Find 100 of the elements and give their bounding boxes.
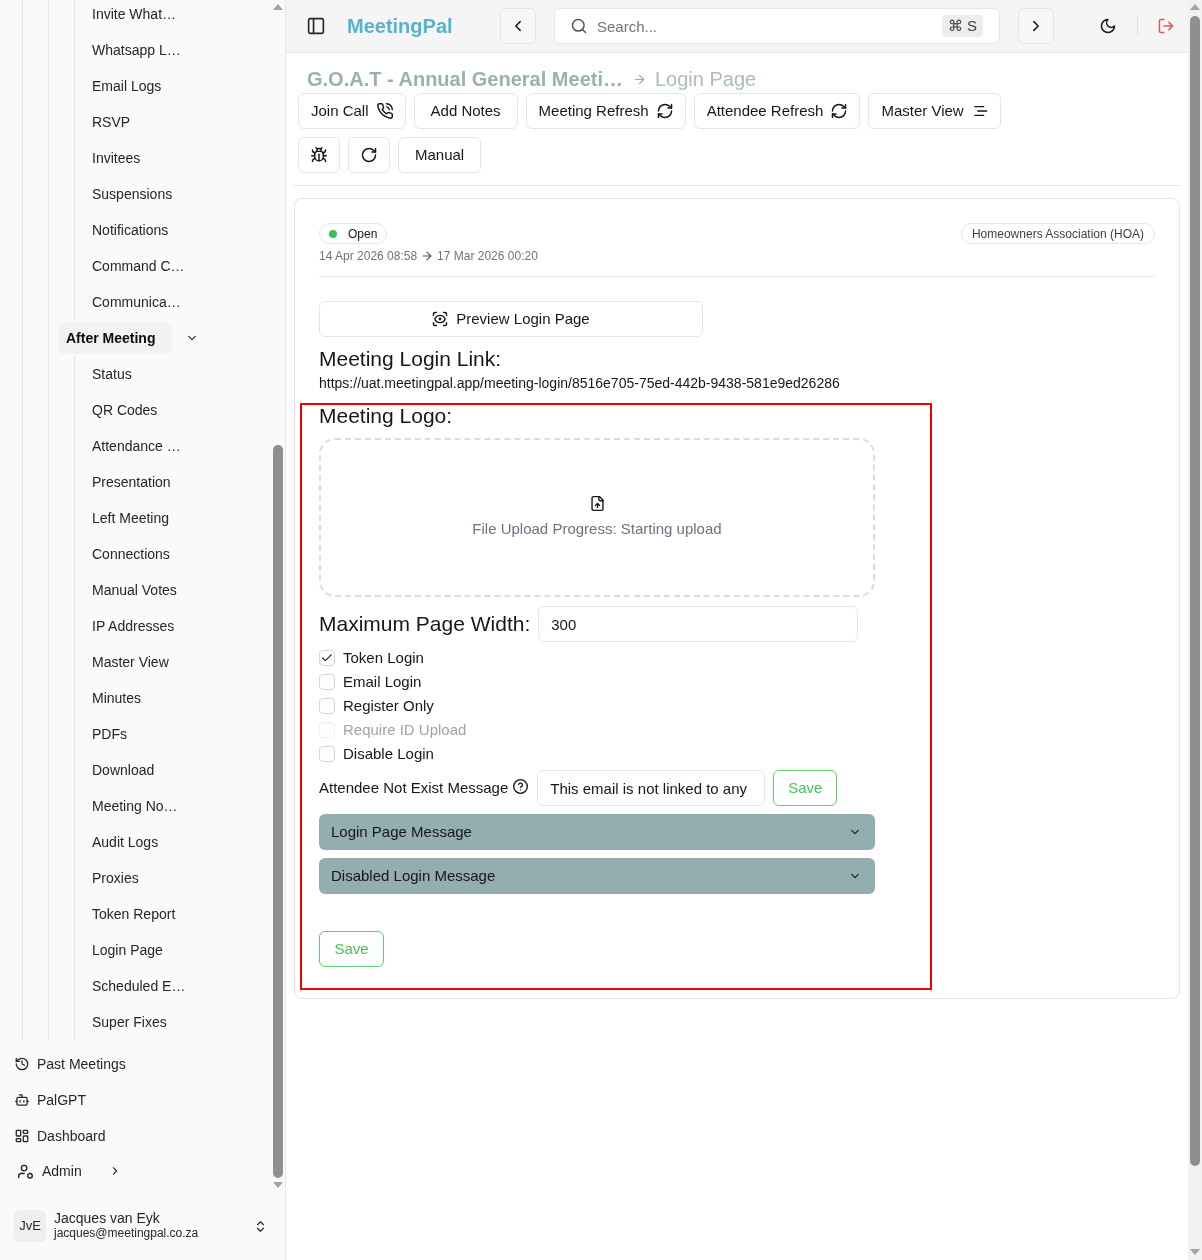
icon-button[interactable]	[298, 137, 340, 173]
sidebar-item[interactable]: Invitees	[92, 140, 141, 176]
file-upload-icon	[589, 496, 605, 511]
accordion-header[interactable]: Disabled Login Message	[319, 858, 875, 894]
refresh-icon	[656, 103, 673, 119]
section-heading: Meeting Login Link:	[319, 346, 502, 372]
nav-item[interactable]: PalGPT	[15, 1082, 86, 1118]
sidebar-item[interactable]: Super Fixes	[92, 1004, 167, 1040]
user-gear-icon	[18, 1163, 33, 1179]
sidebar-item[interactable]: Token Report	[92, 896, 176, 932]
chevrons-up-down-icon[interactable]	[254, 1219, 267, 1233]
lines-icon	[971, 103, 988, 119]
dashboard-grid-icon	[15, 1129, 29, 1143]
avatar: JvE	[14, 1210, 46, 1242]
phone-icon	[376, 103, 393, 119]
icon-button[interactable]	[348, 137, 390, 173]
checkmark-icon	[321, 652, 333, 664]
sidebar-item[interactable]: Whatsapp L…	[92, 32, 181, 68]
search-input[interactable]: Search...	[597, 12, 942, 40]
checkbox-label: Token Login	[343, 647, 424, 668]
checkbox[interactable]	[319, 698, 335, 714]
sidebar-item[interactable]: Attendance …	[92, 428, 181, 464]
sidebar-item[interactable]: Login Page	[92, 932, 163, 968]
field-label: Maximum Page Width:	[319, 611, 531, 638]
moon-icon[interactable]	[1100, 18, 1116, 34]
sidebar-item[interactable]: Status	[92, 356, 132, 392]
sidebar-item[interactable]: Proxies	[92, 860, 139, 896]
field-label: Attendee Not Exist Message	[319, 777, 509, 798]
nav-item[interactable]: Admin	[18, 1154, 121, 1188]
help-icon[interactable]	[513, 778, 529, 794]
sidebar-item[interactable]: Scheduled E…	[92, 968, 186, 1004]
shortcut-hint: ⌘ S	[941, 14, 983, 38]
user-name: Jacques van Eyk	[54, 1211, 160, 1226]
search-field[interactable]: Search... ⌘ S	[554, 8, 1000, 44]
checkbox[interactable]	[319, 746, 335, 762]
sidebar-item[interactable]: RSVP	[92, 104, 131, 140]
history-icon	[15, 1057, 29, 1071]
forward-button[interactable]	[1018, 8, 1054, 44]
sidebar-item[interactable]: Manual Votes	[92, 572, 177, 608]
sidebar-item[interactable]: Master View	[92, 644, 169, 680]
search-icon	[571, 18, 587, 34]
user-email: jacques@meetingpal.co.za	[54, 1226, 199, 1241]
sidebar-item[interactable]: Left Meeting	[92, 500, 170, 536]
toolbar-button[interactable]: Manual	[398, 137, 482, 173]
sidebar-item[interactable]: Connections	[92, 536, 170, 572]
message-input[interactable]: This email is not linked to any	[537, 770, 766, 806]
start-date: 14 Apr 2026 08:58	[319, 248, 418, 264]
checkbox-label: Require ID Upload	[343, 719, 467, 740]
scroll-down-arrow-icon[interactable]	[1190, 1249, 1200, 1255]
sidebar-item[interactable]: Notifications	[92, 212, 169, 248]
sidebar-item[interactable]: Email Logs	[92, 68, 162, 104]
nav-item[interactable]: Past Meetings	[15, 1046, 126, 1082]
sidebar-item[interactable]: PDFs	[92, 716, 127, 752]
checkbox-label: Register Only	[343, 695, 434, 716]
refresh-icon	[831, 103, 848, 119]
sidebar-item[interactable]: Meeting No…	[92, 788, 178, 824]
checkbox-label: Email Login	[343, 671, 422, 692]
brand-name: MeetingPal	[347, 15, 453, 37]
checkbox[interactable]	[319, 674, 335, 690]
section-header[interactable]: After Meeting	[58, 322, 172, 354]
robot-icon	[15, 1093, 29, 1107]
status-label: Open	[348, 225, 378, 243]
scroll-down-arrow-icon[interactable]	[273, 1182, 283, 1188]
toolbar-button[interactable]: Join Call	[298, 93, 406, 129]
sidebar-item[interactable]: Command C…	[92, 248, 185, 284]
checkbox[interactable]	[319, 650, 335, 666]
login-url: https://uat.meetingpal.app/meeting-login/8516e705-75ed-442b-9438-581e9ed26286	[319, 374, 840, 393]
scroll-up-arrow-icon[interactable]	[1190, 4, 1200, 10]
toolbar-button[interactable]: Meeting Refresh	[525, 93, 686, 129]
breadcrumb-current: Login Page	[654, 67, 757, 92]
scrollbar-thumb[interactable]	[273, 445, 283, 1178]
sidebar-item[interactable]: Download	[92, 752, 155, 788]
upload-dropzone[interactable]: File Upload Progress: Starting upload	[319, 438, 875, 597]
sidebar-item[interactable]: IP Addresses	[92, 608, 175, 644]
sidebar-item[interactable]: Suspensions	[92, 176, 173, 212]
bug-icon	[311, 147, 327, 163]
logout-icon[interactable]	[1158, 18, 1174, 34]
toolbar-button[interactable]: Master View	[868, 93, 1001, 129]
scan-eye-icon	[432, 311, 449, 327]
end-date: 17 Mar 2026 00:20	[437, 248, 538, 264]
checkbox-label: Disable Login	[343, 743, 434, 764]
arrow-right-icon	[421, 250, 434, 262]
sidebar-item[interactable]: Audit Logs	[92, 824, 159, 860]
scrollbar-thumb[interactable]	[1190, 16, 1200, 1166]
upload-status: File Upload Progress: Starting upload	[472, 519, 722, 539]
nav-item[interactable]: Dashboard	[15, 1118, 106, 1154]
section-heading: Meeting Logo:	[319, 403, 453, 429]
sidebar-toggle-icon[interactable]	[307, 17, 325, 35]
sidebar-item[interactable]: Communica…	[92, 284, 181, 320]
toolbar-button[interactable]: Attendee Refresh	[693, 93, 861, 129]
sidebar-item[interactable]: Minutes	[92, 680, 142, 716]
sidebar-item[interactable]: Invite What…	[92, 0, 177, 32]
reload-icon	[361, 147, 377, 163]
sidebar-item[interactable]: QR Codes	[92, 392, 158, 428]
page-width-input[interactable]: 300	[538, 606, 859, 642]
back-button[interactable]	[500, 8, 536, 44]
sidebar-item[interactable]: Presentation	[92, 464, 171, 500]
preview-button[interactable]: Preview Login Page	[319, 301, 703, 337]
toolbar-button[interactable]: Add Notes	[413, 93, 518, 129]
accordion-header[interactable]: Login Page Message	[319, 814, 875, 850]
